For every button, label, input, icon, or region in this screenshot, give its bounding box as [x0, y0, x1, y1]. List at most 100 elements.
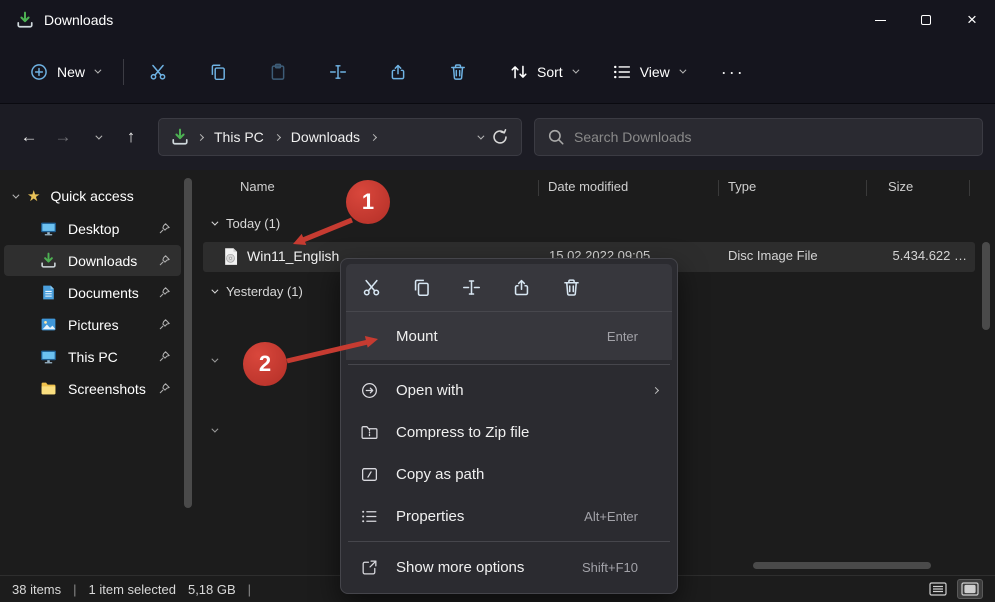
vertical-scrollbar[interactable] — [982, 242, 990, 330]
address-dropdown-chevron[interactable] — [477, 132, 484, 139]
maximize-icon — [921, 15, 931, 25]
show-more-icon — [360, 558, 380, 577]
search-input[interactable] — [574, 129, 970, 145]
delete-icon — [562, 278, 581, 297]
sidebar-item-pictures[interactable]: Pictures — [4, 309, 181, 340]
breadcrumb-chevron-icon — [274, 133, 281, 140]
sidebar-item-desktop[interactable]: Desktop — [4, 213, 181, 244]
copy-path-icon — [360, 465, 380, 484]
view-button[interactable]: View — [603, 57, 694, 87]
computer-icon — [40, 348, 57, 365]
paste-icon — [269, 63, 287, 81]
details-view-button[interactable] — [925, 579, 951, 599]
share-button[interactable] — [382, 54, 414, 90]
minimize-button[interactable] — [857, 0, 903, 40]
chevron-down-icon — [211, 219, 218, 226]
rename-button[interactable] — [322, 54, 354, 90]
close-button[interactable]: × — [949, 0, 995, 40]
menu-item-properties[interactable]: Properties Alt+Enter — [346, 495, 672, 537]
rename-icon — [462, 278, 481, 297]
sidebar-item-this-pc[interactable]: This PC — [4, 341, 181, 372]
group-chevron-icon[interactable] — [211, 426, 218, 433]
menu-shortcut: Enter — [607, 329, 638, 344]
more-options-button[interactable]: ··· — [714, 67, 752, 77]
titlebar: Downloads × — [0, 0, 995, 40]
address-bar[interactable]: This PC Downloads — [158, 118, 522, 156]
menu-item-show-more-options[interactable]: Show more options Shift+F10 — [346, 546, 672, 588]
navigation-bar: ← → ↑ This PC Downloads — [0, 104, 995, 170]
pin-icon — [158, 222, 171, 235]
delete-button[interactable] — [442, 54, 474, 90]
sidebar-item-quick-access[interactable]: ★ Quick access — [0, 180, 197, 212]
command-icons — [142, 54, 474, 90]
context-menu: Mount Enter Open with Compress to Zip fi… — [340, 258, 678, 594]
column-header-type[interactable]: Type — [728, 179, 756, 194]
menu-item-open-with[interactable]: Open with — [346, 369, 672, 411]
recent-locations-button[interactable] — [80, 120, 114, 154]
share-icon — [512, 278, 531, 297]
delete-button[interactable] — [560, 277, 582, 299]
chevron-down-icon — [95, 132, 102, 139]
group-header-yesterday[interactable]: Yesterday (1) — [211, 284, 303, 299]
large-thumbnails-view-button[interactable] — [957, 579, 983, 599]
group-chevron-icon[interactable] — [211, 356, 218, 363]
copy-icon — [209, 63, 227, 81]
refresh-icon[interactable] — [491, 128, 509, 146]
quick-access-label: Quick access — [50, 188, 133, 204]
rename-button[interactable] — [460, 277, 482, 299]
menu-label: Compress to Zip file — [396, 424, 658, 441]
cut-icon — [149, 63, 167, 81]
breadcrumb-this-pc[interactable]: This PC — [212, 129, 266, 145]
cut-button[interactable] — [142, 54, 174, 90]
sidebar-item-downloads[interactable]: Downloads — [4, 245, 181, 276]
back-button[interactable]: ← — [12, 120, 46, 154]
paste-button[interactable] — [262, 54, 294, 90]
context-menu-icon-row — [346, 264, 672, 312]
up-button[interactable]: ↑ — [114, 120, 148, 154]
command-bar: New Sort View ··· — [0, 40, 995, 104]
group-header-today[interactable]: Today (1) — [211, 216, 280, 231]
sort-button[interactable]: Sort — [500, 57, 587, 87]
copy-button[interactable] — [410, 277, 432, 299]
status-divider: | — [248, 582, 251, 597]
column-header-size[interactable]: Size — [888, 179, 913, 194]
chevron-down-icon[interactable] — [12, 191, 19, 198]
menu-item-compress-to-zip[interactable]: Compress to Zip file — [346, 411, 672, 453]
chevron-down-icon — [211, 287, 218, 294]
new-button[interactable]: New — [18, 57, 111, 87]
search-icon — [547, 128, 565, 146]
file-size: 5.434.622 … — [893, 248, 967, 263]
menu-shortcut: Alt+Enter — [584, 509, 638, 524]
column-divider — [718, 180, 719, 196]
copy-button[interactable] — [202, 54, 234, 90]
cut-button[interactable] — [360, 277, 382, 299]
horizontal-scrollbar[interactable] — [753, 562, 931, 569]
items-count: 38 items — [12, 582, 61, 597]
pin-icon — [158, 382, 171, 395]
desktop-icon — [40, 220, 57, 237]
menu-item-mount[interactable]: Mount Enter — [346, 312, 672, 360]
menu-separator — [348, 364, 670, 365]
details-view-icon — [929, 582, 947, 596]
column-header-name[interactable]: Name — [240, 179, 275, 194]
column-divider — [969, 180, 970, 196]
folder-icon — [40, 380, 57, 397]
maximize-button[interactable] — [903, 0, 949, 40]
delete-icon — [449, 63, 467, 81]
sidebar-scrollbar[interactable] — [184, 178, 192, 508]
breadcrumb-chevron-icon — [370, 133, 377, 140]
copy-icon — [412, 278, 431, 297]
menu-label: Open with — [396, 382, 653, 399]
sidebar-item-screenshots[interactable]: Screenshots — [4, 373, 181, 404]
selection-count: 1 item selected — [89, 582, 176, 597]
sidebar-item-documents[interactable]: Documents — [4, 277, 181, 308]
breadcrumb-downloads[interactable]: Downloads — [289, 129, 362, 145]
share-button[interactable] — [510, 277, 532, 299]
pin-icon — [158, 350, 171, 363]
column-header-date-modified[interactable]: Date modified — [548, 179, 628, 194]
forward-button[interactable]: → — [46, 120, 80, 154]
menu-item-copy-as-path[interactable]: Copy as path — [346, 453, 672, 495]
view-toggle — [925, 579, 983, 599]
group-label: Today (1) — [226, 216, 280, 231]
search-box[interactable] — [534, 118, 983, 156]
